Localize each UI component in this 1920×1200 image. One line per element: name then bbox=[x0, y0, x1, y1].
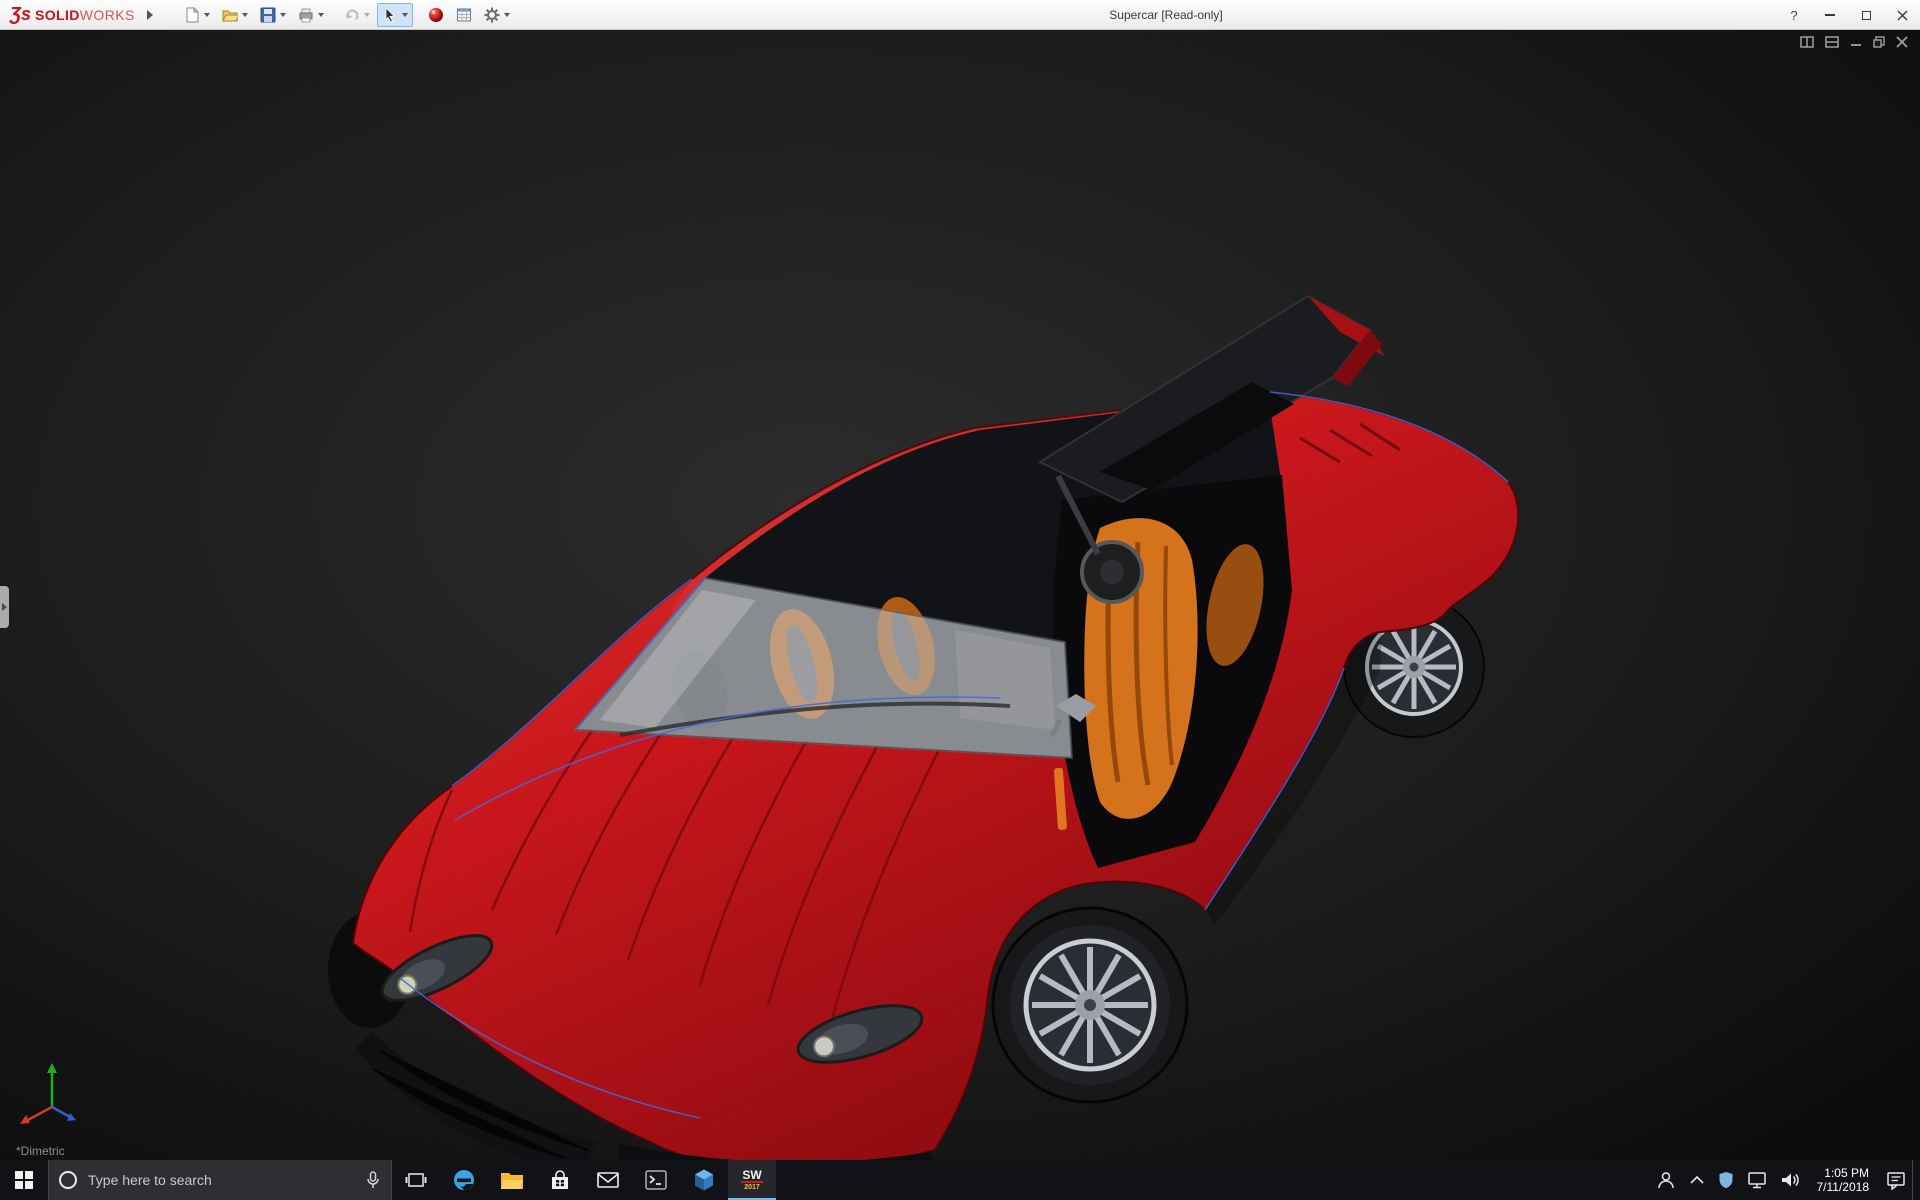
taskbar: Type here to search SW 2017 bbox=[0, 1160, 1920, 1200]
orientation-triad[interactable] bbox=[12, 1057, 88, 1136]
options-gear-icon bbox=[484, 7, 500, 23]
document-window-controls bbox=[1800, 36, 1908, 48]
file-properties-icon bbox=[456, 7, 472, 23]
document-title: Supercar [Read-only] bbox=[1109, 0, 1222, 30]
quick-access-toolbar bbox=[179, 3, 515, 27]
hidden-icons-button[interactable] bbox=[1689, 1174, 1705, 1186]
people-button[interactable] bbox=[1656, 1170, 1676, 1190]
clock-date: 7/11/2018 bbox=[1817, 1180, 1870, 1194]
edge-button[interactable] bbox=[440, 1160, 488, 1200]
volume-icon[interactable] bbox=[1780, 1171, 1800, 1189]
mail-button[interactable] bbox=[584, 1160, 632, 1200]
print-icon bbox=[298, 7, 314, 23]
doc-minimize-icon[interactable] bbox=[1850, 36, 1862, 48]
command-prompt-button[interactable] bbox=[632, 1160, 680, 1200]
feature-manager-tab[interactable] bbox=[0, 586, 9, 628]
select-button[interactable] bbox=[377, 3, 413, 27]
security-shield-icon[interactable] bbox=[1718, 1171, 1734, 1189]
dropdown-caret-icon[interactable] bbox=[504, 13, 510, 17]
select-cursor-icon bbox=[382, 7, 398, 23]
task-view-icon bbox=[405, 1170, 427, 1190]
pane-icon[interactable] bbox=[1800, 36, 1814, 48]
command-prompt-icon bbox=[644, 1168, 668, 1192]
brand-works: WORKS bbox=[80, 7, 135, 23]
show-desktop-button[interactable] bbox=[1912, 1160, 1920, 1200]
window-controls: ? bbox=[1776, 0, 1920, 30]
taskbar-search[interactable]: Type here to search bbox=[48, 1160, 392, 1200]
microphone-icon[interactable] bbox=[365, 1171, 381, 1189]
menu-expand-arrow-icon[interactable] bbox=[147, 10, 153, 20]
close-icon bbox=[1897, 10, 1908, 21]
solidworks-version-badge: 2017 bbox=[744, 1183, 760, 1192]
chevron-up-icon bbox=[1689, 1174, 1705, 1186]
appearance-sphere-icon bbox=[428, 7, 444, 23]
brand-solid: SOLID bbox=[35, 7, 80, 23]
modeler-app-button[interactable] bbox=[680, 1160, 728, 1200]
clock-time: 1:05 PM bbox=[1817, 1166, 1870, 1180]
file-properties-button[interactable] bbox=[451, 3, 477, 27]
dropdown-caret-icon[interactable] bbox=[402, 13, 408, 17]
close-button[interactable] bbox=[1884, 0, 1920, 30]
system-tray: 1:05 PM 7/11/2018 bbox=[1650, 1160, 1913, 1200]
solidworks-logo: ƷsSOLIDWORKS bbox=[0, 4, 135, 25]
taskbar-clock[interactable]: 1:05 PM 7/11/2018 bbox=[1813, 1166, 1874, 1194]
search-input[interactable]: Type here to search bbox=[88, 1172, 354, 1188]
doc-restore-icon[interactable] bbox=[1873, 36, 1885, 48]
view-orientation-label: *Dimetric bbox=[16, 1144, 65, 1158]
pane-split-icon[interactable] bbox=[1825, 36, 1839, 48]
doc-close-icon[interactable] bbox=[1896, 36, 1908, 48]
help-button[interactable]: ? bbox=[1776, 0, 1812, 30]
undo-icon bbox=[344, 7, 360, 23]
solidworks-app-button[interactable]: SW 2017 bbox=[728, 1160, 776, 1200]
new-document-button[interactable] bbox=[179, 3, 215, 27]
dropdown-caret-icon[interactable] bbox=[280, 13, 286, 17]
dropdown-caret-icon[interactable] bbox=[242, 13, 248, 17]
titlebar: ƷsSOLIDWORKS bbox=[0, 0, 1920, 30]
car-model-scene[interactable] bbox=[0, 30, 1920, 1160]
ds-logo-mark: Ʒs bbox=[10, 4, 31, 25]
minimize-icon bbox=[1825, 14, 1835, 16]
maximize-button[interactable] bbox=[1848, 0, 1884, 30]
edge-icon bbox=[452, 1168, 476, 1192]
open-button[interactable] bbox=[217, 3, 253, 27]
print-button[interactable] bbox=[293, 3, 329, 27]
network-icon[interactable] bbox=[1747, 1171, 1767, 1189]
taskbar-apps: SW 2017 bbox=[392, 1160, 776, 1200]
store-button[interactable] bbox=[536, 1160, 584, 1200]
folder-icon bbox=[500, 1169, 524, 1191]
store-bag-icon bbox=[548, 1169, 572, 1191]
maximize-icon bbox=[1862, 11, 1871, 20]
save-icon bbox=[260, 7, 276, 23]
chevron-right-icon bbox=[2, 603, 7, 611]
minimize-button[interactable] bbox=[1812, 0, 1848, 30]
mail-envelope-icon bbox=[596, 1170, 620, 1190]
appearance-button[interactable] bbox=[423, 3, 449, 27]
undo-button[interactable] bbox=[339, 3, 375, 27]
new-document-icon bbox=[184, 7, 200, 23]
save-button[interactable] bbox=[255, 3, 291, 27]
file-explorer-button[interactable] bbox=[488, 1160, 536, 1200]
dropdown-caret-icon[interactable] bbox=[364, 13, 370, 17]
graphics-viewport[interactable]: *Dimetric bbox=[0, 30, 1920, 1160]
cortana-icon bbox=[59, 1171, 77, 1189]
front-wheel bbox=[993, 908, 1187, 1102]
windows-logo-icon bbox=[15, 1171, 33, 1189]
options-button[interactable] bbox=[479, 3, 515, 27]
open-icon bbox=[222, 7, 238, 23]
dropdown-caret-icon[interactable] bbox=[318, 13, 324, 17]
dropdown-caret-icon[interactable] bbox=[204, 13, 210, 17]
solidworks-icon: SW bbox=[741, 1169, 762, 1183]
start-button[interactable] bbox=[0, 1160, 48, 1200]
action-center-button[interactable] bbox=[1886, 1170, 1906, 1190]
task-view-button[interactable] bbox=[392, 1160, 440, 1200]
cube-icon bbox=[692, 1168, 716, 1192]
